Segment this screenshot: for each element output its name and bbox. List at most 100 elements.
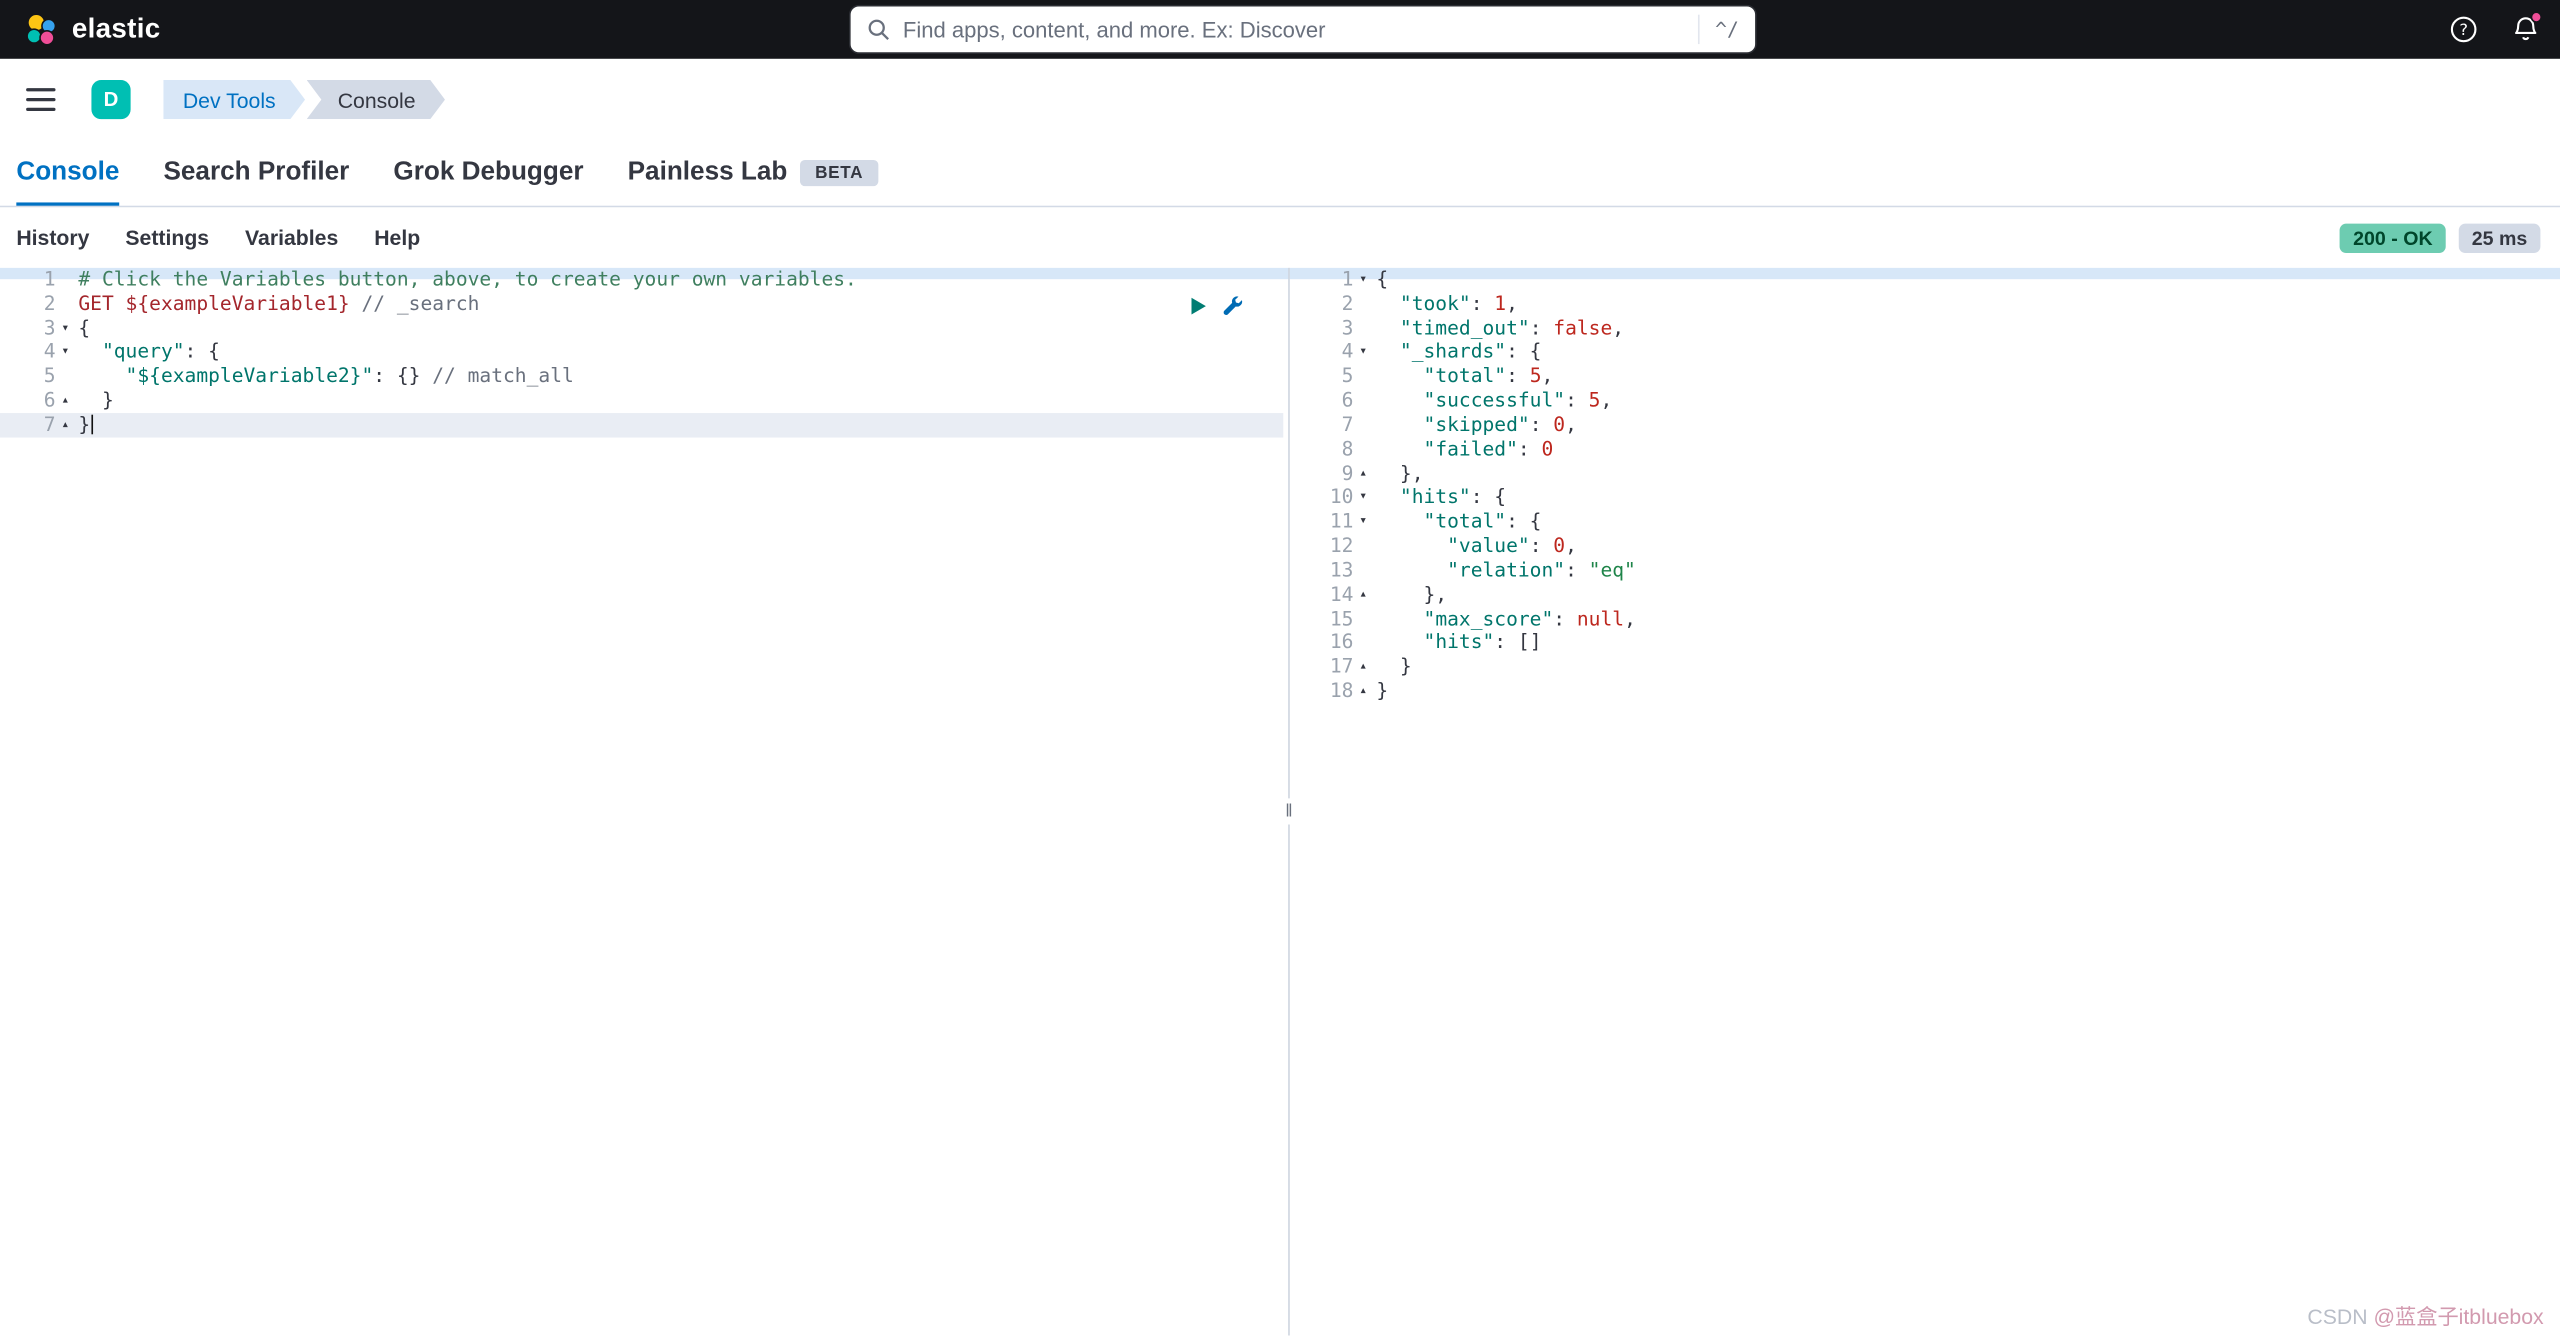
- send-request-play-button[interactable]: [1187, 295, 1208, 316]
- menu-history[interactable]: History: [16, 225, 89, 249]
- response-line-3[interactable]: 3 "timed_out": false,: [1295, 316, 2560, 340]
- breadcrumb: Dev ToolsConsole: [163, 80, 445, 119]
- fold-up-icon[interactable]: ▴: [1353, 461, 1373, 485]
- breadcrumb-dev-tools[interactable]: Dev Tools: [163, 80, 305, 119]
- kibana-dev-tools-console-page: elastic Find apps, content, and more. Ex…: [0, 0, 2560, 1336]
- fold-up-icon[interactable]: ▴: [1353, 582, 1373, 606]
- menu-settings[interactable]: Settings: [125, 225, 209, 249]
- request-line-4[interactable]: 4▾ "query": {: [0, 340, 1283, 364]
- line-number: 7: [44, 413, 56, 437]
- tab-console[interactable]: Console: [16, 140, 119, 205]
- fold-down-icon[interactable]: ▾: [56, 340, 76, 364]
- request-options-wrench-button[interactable]: [1221, 294, 1244, 317]
- line-number: 2: [44, 292, 56, 316]
- line-number: 5: [1342, 365, 1354, 389]
- menu-toggle-button[interactable]: [26, 88, 55, 111]
- code-text: },: [1373, 461, 1423, 485]
- panel-resizer[interactable]: ‖: [1283, 268, 1294, 1336]
- svg-text:?: ?: [2459, 20, 2468, 39]
- response-line-17[interactable]: 17▴ }: [1295, 655, 2560, 679]
- line-number: 4: [1342, 340, 1354, 364]
- response-line-12[interactable]: 12 "value": 0,: [1295, 534, 2560, 558]
- gutter: 13: [1295, 558, 1373, 582]
- code-text: }: [1373, 679, 1388, 703]
- tab-grok-debugger[interactable]: Grok Debugger: [393, 140, 583, 205]
- fold-down-icon[interactable]: ▾: [56, 316, 76, 340]
- line-number: 13: [1330, 558, 1354, 582]
- brand-wordmark: elastic: [72, 13, 161, 46]
- response-line-5[interactable]: 5 "total": 5,: [1295, 365, 2560, 389]
- console-split-editors: 1# Click the Variables button, above, to…: [0, 268, 2560, 1336]
- fold-down-icon[interactable]: ▾: [1353, 268, 1373, 292]
- gutter: 7: [1295, 413, 1373, 437]
- code-text: },: [1373, 582, 1447, 606]
- response-line-10[interactable]: 10▾ "hits": {: [1295, 486, 2560, 510]
- request-line-6[interactable]: 6▴ }: [0, 389, 1283, 413]
- tab-painless-lab[interactable]: Painless LabBETA: [628, 140, 878, 205]
- code-text: GET ${exampleVariable1} // _search: [75, 292, 479, 316]
- request-line-1[interactable]: 1# Click the Variables button, above, to…: [0, 268, 1283, 292]
- request-line-7[interactable]: 7▴}: [0, 413, 1283, 437]
- code-text: "total": {: [1373, 510, 1541, 534]
- response-line-7[interactable]: 7 "skipped": 0,: [1295, 413, 2560, 437]
- search-icon: [867, 18, 890, 41]
- gutter: 3: [1295, 316, 1373, 340]
- tab-label: Grok Debugger: [393, 158, 583, 187]
- response-line-15[interactable]: 15 "max_score": null,: [1295, 607, 2560, 631]
- code-text: "max_score": null,: [1373, 607, 1636, 631]
- code-text: "failed": 0: [1373, 437, 1553, 461]
- response-line-11[interactable]: 11▾ "total": {: [1295, 510, 2560, 534]
- elastic-brand[interactable]: elastic: [23, 11, 161, 47]
- code-text: "skipped": 0,: [1373, 413, 1577, 437]
- fold-down-icon[interactable]: ▾: [1353, 486, 1373, 510]
- request-line-2[interactable]: 2 GET ${exampleVariable1} // _search: [0, 292, 1283, 316]
- code-text: "hits": []: [1373, 631, 1541, 655]
- code-text: "total": 5,: [1373, 365, 1553, 389]
- response-line-13[interactable]: 13 "relation": "eq": [1295, 558, 2560, 582]
- line-number: 15: [1330, 607, 1354, 631]
- notifications-button[interactable]: [2511, 15, 2540, 44]
- gutter: 1: [0, 268, 75, 292]
- request-line-5[interactable]: 5 "${exampleVariable2}": {} // match_all: [0, 365, 1283, 389]
- console-menus: History Settings Variables Help: [16, 225, 420, 249]
- help-button[interactable]: ?: [2449, 15, 2478, 44]
- csdn-watermark: CSDN @蓝盒子itbluebox: [2307, 1300, 2543, 1331]
- line-number: 6: [1342, 389, 1354, 413]
- line-number: 12: [1330, 534, 1354, 558]
- menu-variables[interactable]: Variables: [245, 225, 338, 249]
- code-text: }: [75, 389, 114, 413]
- code-text: "query": {: [75, 340, 220, 364]
- line-number: 8: [1342, 437, 1354, 461]
- line-number: 4: [44, 340, 56, 364]
- menu-help[interactable]: Help: [374, 225, 420, 249]
- response-line-18[interactable]: 18▴}: [1295, 679, 2560, 703]
- request-editor[interactable]: 1# Click the Variables button, above, to…: [0, 268, 1283, 1336]
- response-viewer[interactable]: 1▾{2 "took": 1,3 "timed_out": false,4▾ "…: [1295, 268, 2560, 1336]
- response-line-4[interactable]: 4▾ "_shards": {: [1295, 340, 2560, 364]
- text-cursor: [92, 415, 94, 435]
- response-line-8[interactable]: 8 "failed": 0: [1295, 437, 2560, 461]
- response-line-9[interactable]: 9▴ },: [1295, 461, 2560, 485]
- response-line-16[interactable]: 16 "hits": []: [1295, 631, 2560, 655]
- fold-down-icon[interactable]: ▾: [1353, 510, 1373, 534]
- code-text: "_shards": {: [1373, 340, 1541, 364]
- fold-up-icon[interactable]: ▴: [1353, 679, 1373, 703]
- fold-up-icon[interactable]: ▴: [1353, 655, 1373, 679]
- response-line-6[interactable]: 6 "successful": 5,: [1295, 389, 2560, 413]
- fold-up-icon[interactable]: ▴: [56, 413, 76, 437]
- space-avatar[interactable]: D: [91, 80, 130, 119]
- fold-down-icon[interactable]: ▾: [1353, 340, 1373, 364]
- code-text: {: [75, 316, 90, 340]
- response-line-14[interactable]: 14▴ },: [1295, 582, 2560, 606]
- search-shortcut-hint: ^/: [1697, 15, 1739, 44]
- notification-dot: [2531, 11, 2542, 22]
- gutter: 2: [0, 292, 75, 316]
- request-line-3[interactable]: 3▾{: [0, 316, 1283, 340]
- fold-up-icon[interactable]: ▴: [56, 389, 76, 413]
- response-line-2[interactable]: 2 "took": 1,: [1295, 292, 2560, 316]
- response-line-1[interactable]: 1▾{: [1295, 268, 2560, 292]
- gutter: 4▾: [1295, 340, 1373, 364]
- tab-search-profiler[interactable]: Search Profiler: [163, 140, 349, 205]
- global-search-input[interactable]: Find apps, content, and more. Ex: Discov…: [849, 5, 1757, 54]
- code-text: "relation": "eq": [1373, 558, 1636, 582]
